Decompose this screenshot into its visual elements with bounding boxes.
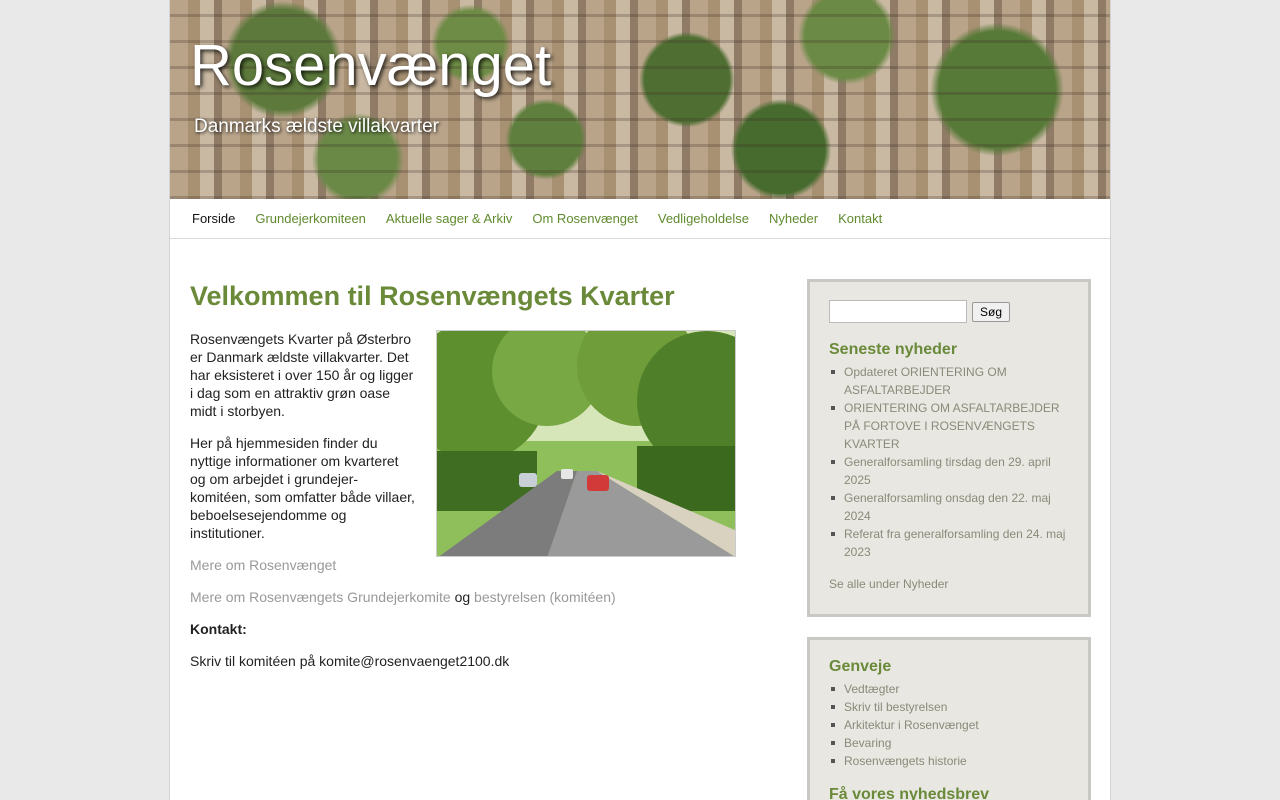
news-list: Opdateret ORIENTERING OM ASFALTARBEJDER … — [829, 363, 1068, 561]
nav-item-kontakt[interactable]: Kontakt — [828, 211, 892, 226]
news-item[interactable]: Generalforsamling onsdag den 22. maj 202… — [829, 489, 1068, 525]
shortcut-item[interactable]: Skriv til bestyrelsen — [829, 698, 1068, 716]
link-grundejerkomite[interactable]: Mere om Rosenvængets Grundejerkomite — [190, 589, 451, 605]
search-input[interactable] — [829, 300, 967, 323]
news-item[interactable]: ORIENTERING OM ASFALTARBEJDER PÅ FORTOVE… — [829, 399, 1068, 453]
shortcut-item[interactable]: Vedtægter — [829, 680, 1068, 698]
sidebar-widget-news: Søg Seneste nyheder Opdateret ORIENTERIN… — [807, 279, 1091, 617]
shortcut-item[interactable]: Bevaring — [829, 734, 1068, 752]
nav-item-aktuelle-sager[interactable]: Aktuelle sager & Arkiv — [376, 211, 522, 226]
sidebar-widget-shortcuts: Genveje Vedtægter Skriv til bestyrelsen … — [807, 637, 1091, 800]
og-text: og — [454, 589, 471, 605]
news-item[interactable]: Opdateret ORIENTERING OM ASFALTARBEJDER — [829, 363, 1068, 399]
header-banner: Rosenvænget Danmarks ældste villakvarter — [170, 0, 1110, 199]
link-mere-om-rosenvaenget[interactable]: Mere om Rosenvænget — [190, 557, 336, 573]
nav-item-forside[interactable]: Forside — [182, 211, 245, 226]
shortcut-item[interactable]: Rosenvængets historie — [829, 752, 1068, 770]
intro-paragraph-1: Rosenvængets Kvarter på Østerbro er Danm… — [190, 331, 414, 419]
news-item[interactable]: Referat fra generalforsamling den 24. ma… — [829, 525, 1068, 561]
nav-item-grundejerkomiteen[interactable]: Grundejerkomiteen — [245, 211, 376, 226]
main-nav: Forside Grundejerkomiteen Aktuelle sager… — [170, 199, 1110, 239]
newsletter-heading: Få vores nyhedsbrev — [829, 786, 990, 800]
site-title[interactable]: Rosenvænget — [190, 32, 551, 99]
street-photo — [436, 330, 736, 557]
links-row: Mere om Rosenvængets Grundejerkomite og … — [190, 588, 750, 606]
shortcut-item[interactable]: Arkitektur i Rosenvænget — [829, 716, 1068, 734]
see-all-news-link[interactable]: Se alle under Nyheder — [829, 577, 1068, 591]
shortcuts-list: Vedtægter Skriv til bestyrelsen Arkitekt… — [829, 680, 1068, 770]
page-wrapper: Rosenvænget Danmarks ældste villakvarter… — [169, 0, 1111, 800]
link-bestyrelsen[interactable]: bestyrelsen (komitéen) — [474, 589, 616, 605]
nav-item-nyheder[interactable]: Nyheder — [759, 211, 828, 226]
site-description: Danmarks ældste villakvarter — [194, 116, 439, 137]
main-content: Velkommen til Rosenvængets Kvarter Rosen… — [190, 280, 750, 684]
page-title: Velkommen til Rosenvængets Kvarter — [190, 281, 675, 311]
contact-text: Skriv til komitéen på komite@rosenvaenge… — [190, 653, 510, 669]
aerial-photo — [170, 0, 1110, 199]
contact-label: Kontakt: — [190, 621, 247, 637]
news-item[interactable]: Generalforsamling tirsdag den 29. april … — [829, 453, 1068, 489]
shortcuts-heading: Genveje — [829, 658, 892, 675]
nav-item-vedligeholdelse[interactable]: Vedligeholdelse — [648, 211, 759, 226]
news-heading: Seneste nyheder — [829, 341, 958, 358]
search-form: Søg — [829, 300, 1068, 323]
search-button[interactable]: Søg — [972, 302, 1011, 322]
intro-paragraph-2: Her på hjemmesiden finder du nyttige inf… — [190, 435, 415, 541]
nav-item-om-rosenvaenget[interactable]: Om Rosenvænget — [522, 211, 648, 226]
